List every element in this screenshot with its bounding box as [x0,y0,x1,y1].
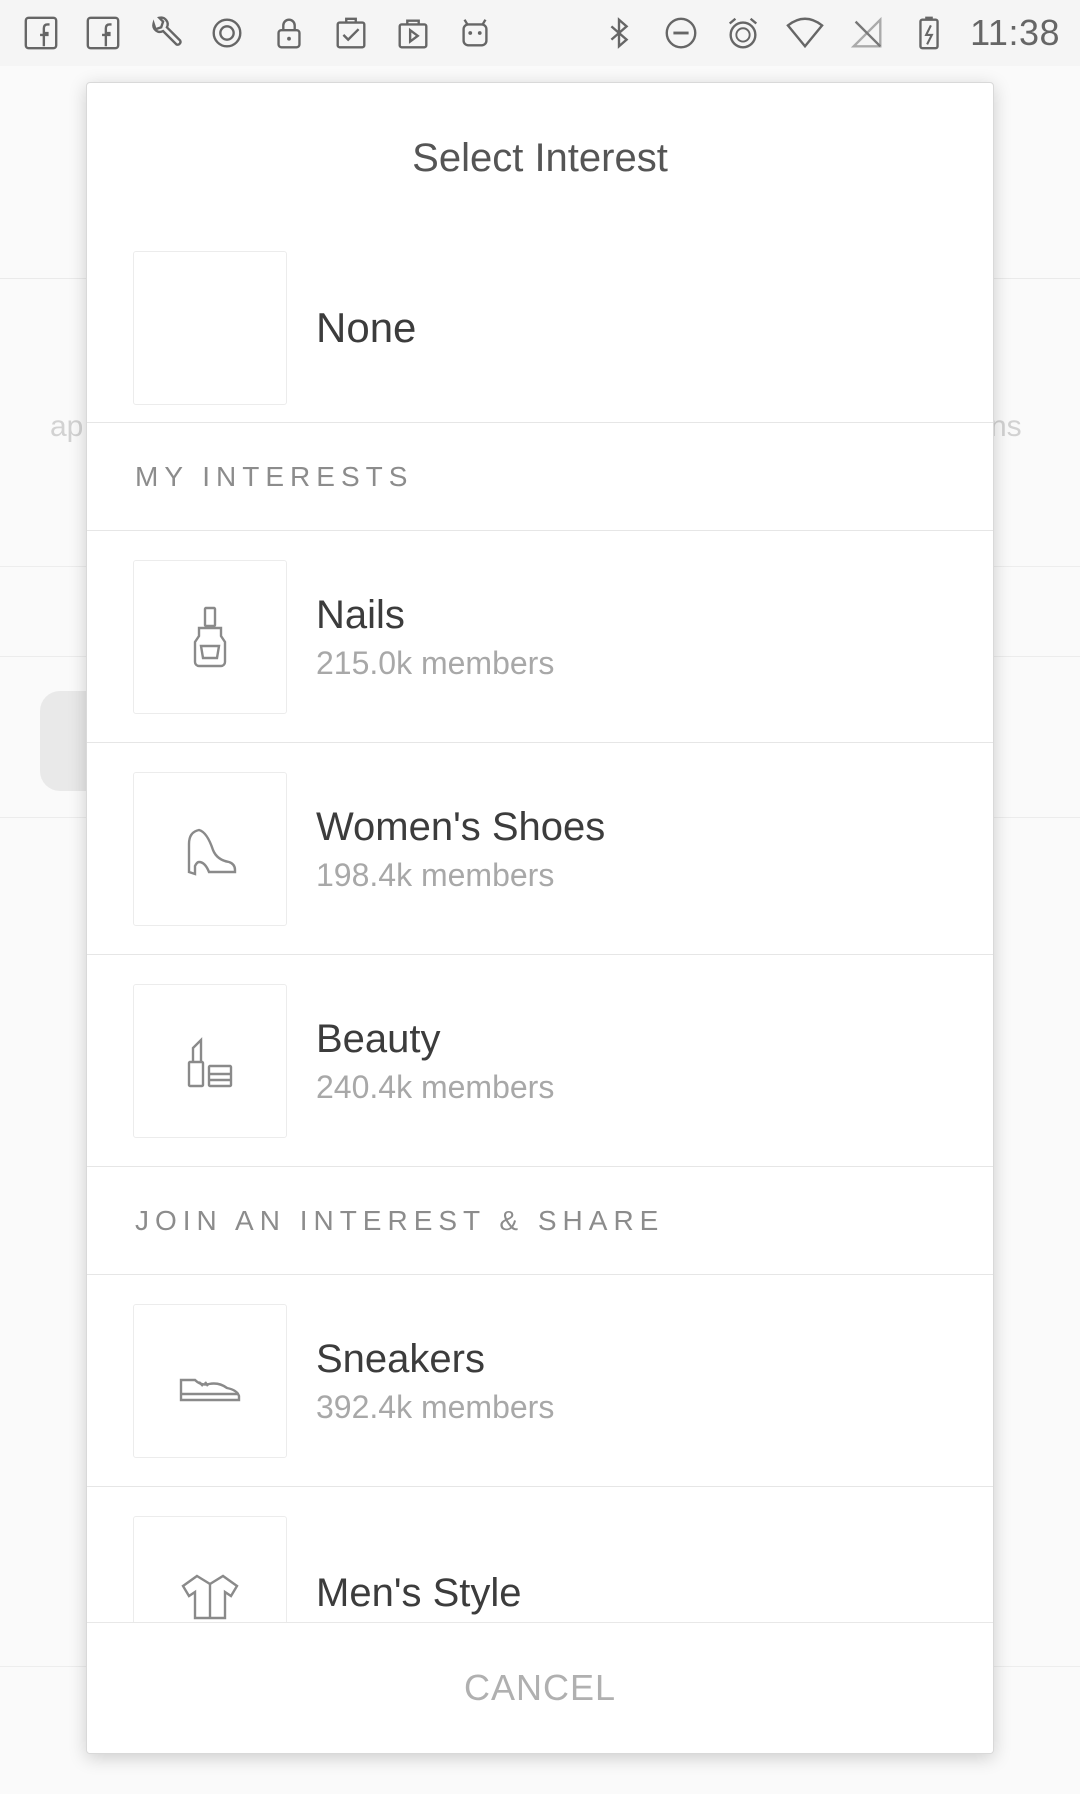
sneaker-icon [179,1378,241,1401]
interest-thumbnail [133,1303,287,1458]
bluetooth-icon [598,12,640,54]
play-bag-icon [392,12,434,54]
interest-members: 215.0k members [316,644,555,681]
do-not-disturb-icon [660,12,702,54]
interest-thumbnail [133,983,287,1138]
interest-option-text: Beauty 240.4k members [316,1013,554,1109]
interest-option-beauty[interactable]: Beauty 240.4k members [87,955,993,1167]
lipstick-icon [187,1036,233,1087]
interest-option-text: Men's Style [316,1567,522,1619]
status-bar-notifications [20,12,496,54]
interest-option-womens-shoes[interactable]: Women's Shoes 198.4k members [87,743,993,955]
section-header-join-interest: JOIN AN INTEREST & SHARE [87,1167,993,1275]
interest-name: Beauty [316,1016,441,1061]
interest-option-text: Sneakers 392.4k members [316,1333,554,1429]
dialog-title: Select Interest [412,135,668,180]
interest-option-text: Nails 215.0k members [316,589,554,685]
empty-thumbnail [133,250,287,405]
background-text-left: ap [50,410,84,443]
interest-name: None [316,303,417,351]
lock-icon [268,12,310,54]
status-bar: 11:38 [0,0,1080,66]
dialog-footer: CANCEL [87,1622,993,1753]
interest-members: 240.4k members [316,1068,555,1105]
no-signal-icon [846,12,888,54]
interest-option-text: Women's Shoes 198.4k members [316,801,605,897]
nail-polish-icon [193,606,227,667]
interest-thumbnail [133,559,287,714]
status-bar-time: 11:38 [970,12,1060,53]
section-header-my-interests: MY INTERESTS [87,423,993,531]
interest-members: 392.4k members [316,1388,555,1425]
circle-badge-icon [206,12,248,54]
wifi-icon [784,12,826,54]
battery-charging-icon [908,12,950,54]
interest-name: Men's Style [316,1570,522,1615]
interest-option-none[interactable]: None [87,233,993,423]
wrench-icon [144,12,186,54]
interest-option-nails[interactable]: Nails 215.0k members [87,531,993,743]
facebook-icon [82,12,124,54]
alarm-icon [722,12,764,54]
interest-list[interactable]: None MY INTERESTS Nails 215.0k members W… [87,233,993,1708]
shirt-icon [181,1574,239,1619]
android-icon [454,12,496,54]
interest-thumbnail [133,771,287,926]
interest-option-text: None [316,302,416,354]
select-interest-dialog: Select Interest None MY INTERESTS Nails … [86,82,994,1754]
high-heel-icon [187,828,237,876]
interest-name: Sneakers [316,1336,485,1381]
interest-name: Women's Shoes [316,804,606,849]
interest-name: Nails [316,592,405,637]
interest-option-sneakers[interactable]: Sneakers 392.4k members [87,1275,993,1487]
cancel-button[interactable]: CANCEL [458,1666,622,1710]
facebook-icon [20,12,62,54]
interest-members: 198.4k members [316,856,555,893]
status-bar-system: 11:38 [598,12,1060,54]
clipboard-check-icon [330,12,372,54]
background-text-right: ns [990,410,1022,443]
